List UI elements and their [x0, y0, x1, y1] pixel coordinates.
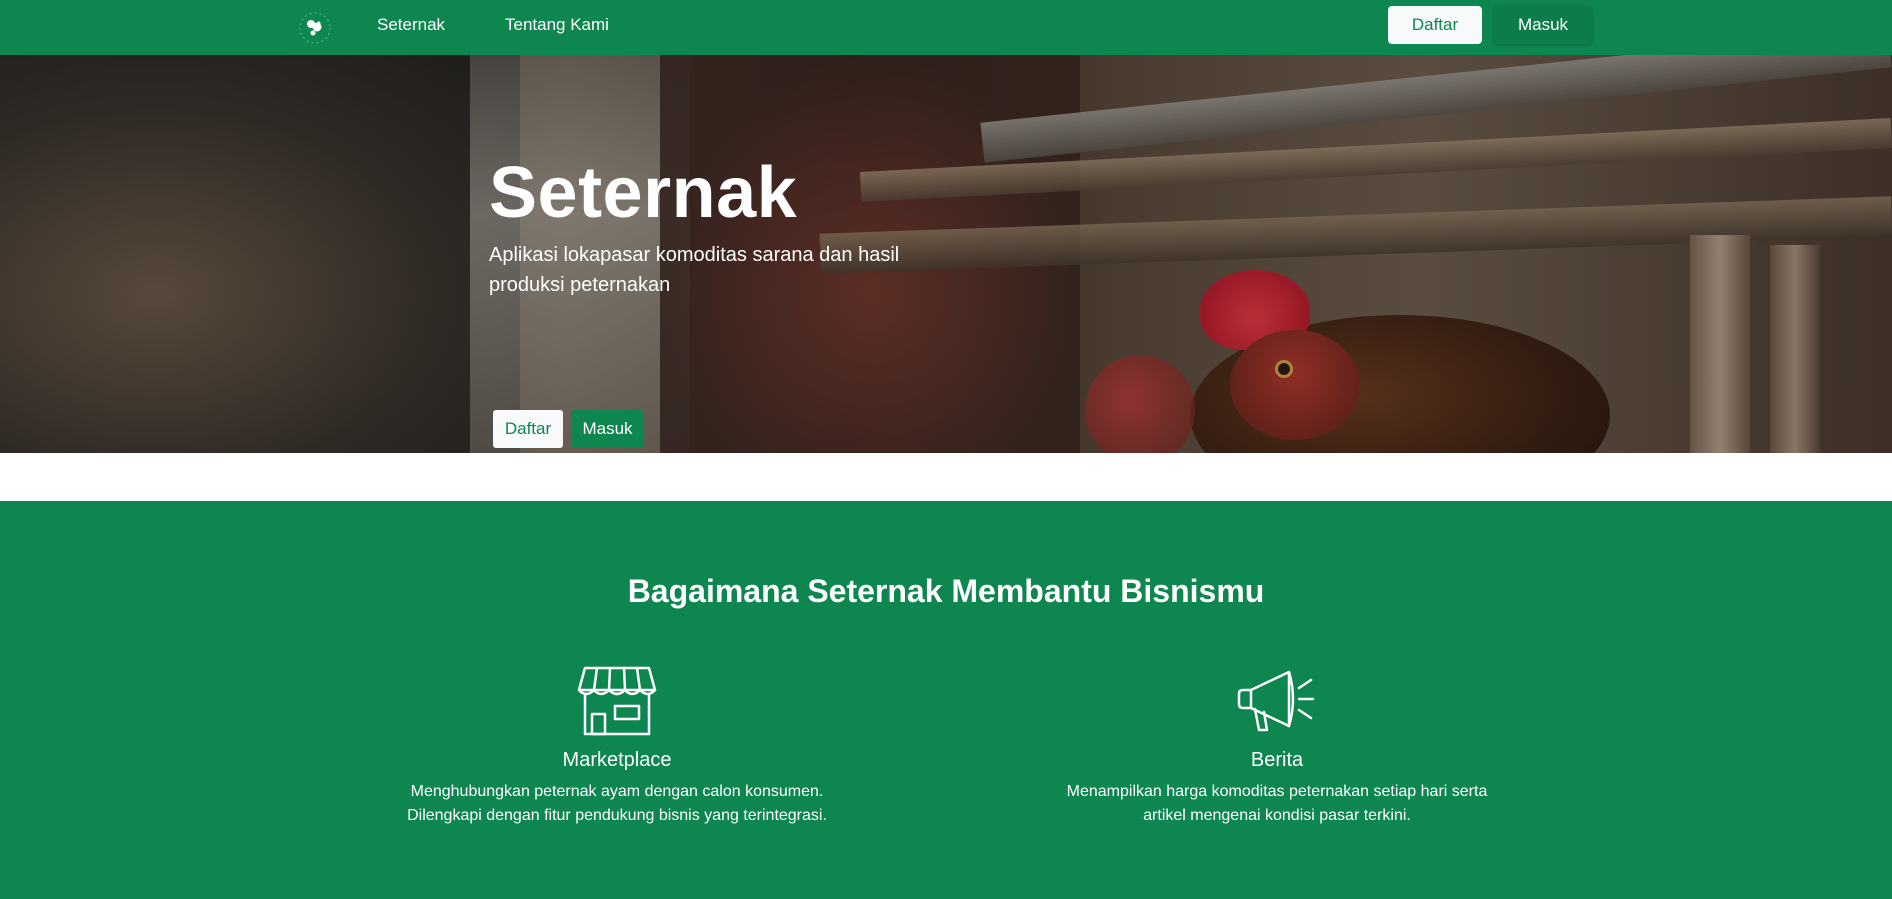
hero-banner: Seternak Aplikasi lokapasar komoditas sa… — [0, 55, 1892, 453]
nav-link-tentang-kami[interactable]: Tentang Kami — [505, 15, 609, 35]
feature-marketplace: Marketplace Menghubungkan peternak ayam … — [387, 664, 847, 828]
nav-link-seternak[interactable]: Seternak — [377, 15, 445, 35]
nav-daftar-button[interactable]: Daftar — [1388, 6, 1482, 44]
feature-title: Marketplace — [562, 749, 672, 771]
feature-berita: Berita Menampilkan harga komoditas peter… — [1047, 664, 1507, 828]
hero-masuk-button[interactable]: Masuk — [571, 410, 644, 448]
feature-title: Berita — [1250, 749, 1304, 771]
storefront-icon — [577, 666, 657, 736]
hero-daftar-button[interactable]: Daftar — [493, 410, 563, 448]
hero-title: Seternak — [489, 153, 798, 233]
megaphone-icon — [1237, 670, 1315, 732]
hero-content: Seternak Aplikasi lokapasar komoditas sa… — [489, 150, 949, 448]
chicken-logo-icon[interactable] — [298, 12, 332, 44]
feature-description: Menghubungkan peternak ayam dengan calon… — [407, 783, 827, 824]
features-section: Bagaimana Seternak Membantu Bisnismu Mar… — [0, 501, 1892, 899]
nav-masuk-button[interactable]: Masuk — [1494, 6, 1592, 44]
top-navbar: Seternak Tentang Kami Daftar Masuk — [0, 0, 1892, 55]
feature-description: Menampilkan harga komoditas peternakan s… — [1066, 783, 1488, 824]
features-title: Bagaimana Seternak Membantu Bisnismu — [627, 573, 1265, 609]
hero-subtitle: Aplikasi lokapasar komoditas sarana dan … — [489, 244, 900, 296]
